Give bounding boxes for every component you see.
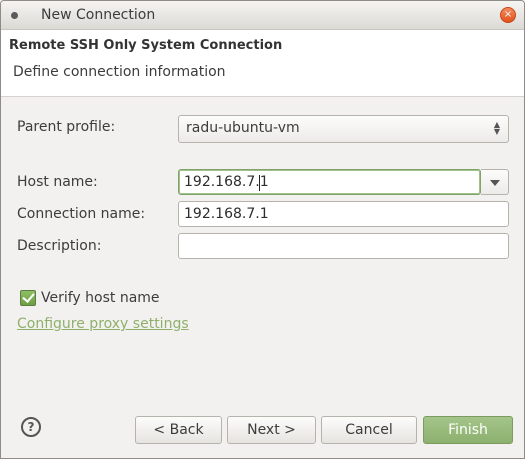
close-icon[interactable]: × xyxy=(500,7,516,23)
host-name-label: Host name: xyxy=(17,174,98,190)
host-name-dropdown-button[interactable] xyxy=(481,169,509,195)
wizard-title: Remote SSH Only System Connection xyxy=(9,38,283,53)
help-icon[interactable]: ? xyxy=(21,417,41,437)
parent-profile-select[interactable]: radu-ubuntu-vm ▲ ▼ xyxy=(178,115,509,143)
host-name-value: 192.168.7.1 xyxy=(184,174,269,190)
new-connection-dialog: New Connection × Remote SSH Only System … xyxy=(0,0,525,459)
title-bar: New Connection × xyxy=(1,1,524,30)
up-down-arrows-icon: ▲ ▼ xyxy=(493,120,500,136)
parent-profile-value: radu-ubuntu-vm xyxy=(186,120,300,136)
description-label: Description: xyxy=(17,238,102,254)
wizard-description: Define connection information xyxy=(13,64,226,80)
connection-name-input[interactable]: 192.168.7.1 xyxy=(178,201,509,227)
window-menu-icon[interactable] xyxy=(11,12,18,19)
configure-proxy-link[interactable]: Configure proxy settings xyxy=(17,316,189,332)
description-input[interactable] xyxy=(178,233,509,259)
window-title: New Connection xyxy=(41,7,156,23)
text-caret xyxy=(259,175,260,191)
verify-host-checkbox[interactable] xyxy=(20,290,36,306)
cancel-button[interactable]: Cancel xyxy=(321,416,417,444)
checkmark-icon xyxy=(22,290,35,303)
wizard-header: Remote SSH Only System Connection Define… xyxy=(1,30,524,97)
connection-name-label: Connection name: xyxy=(17,206,146,222)
parent-profile-label: Parent profile: xyxy=(17,119,116,135)
host-name-input[interactable]: 192.168.7.1 xyxy=(178,169,481,195)
chevron-down-icon xyxy=(490,180,500,186)
next-button[interactable]: Next > xyxy=(227,416,316,444)
finish-button[interactable]: Finish xyxy=(423,416,513,444)
connection-name-value: 192.168.7.1 xyxy=(184,206,269,222)
verify-host-label[interactable]: Verify host name xyxy=(41,290,160,306)
back-button[interactable]: < Back xyxy=(135,416,222,444)
